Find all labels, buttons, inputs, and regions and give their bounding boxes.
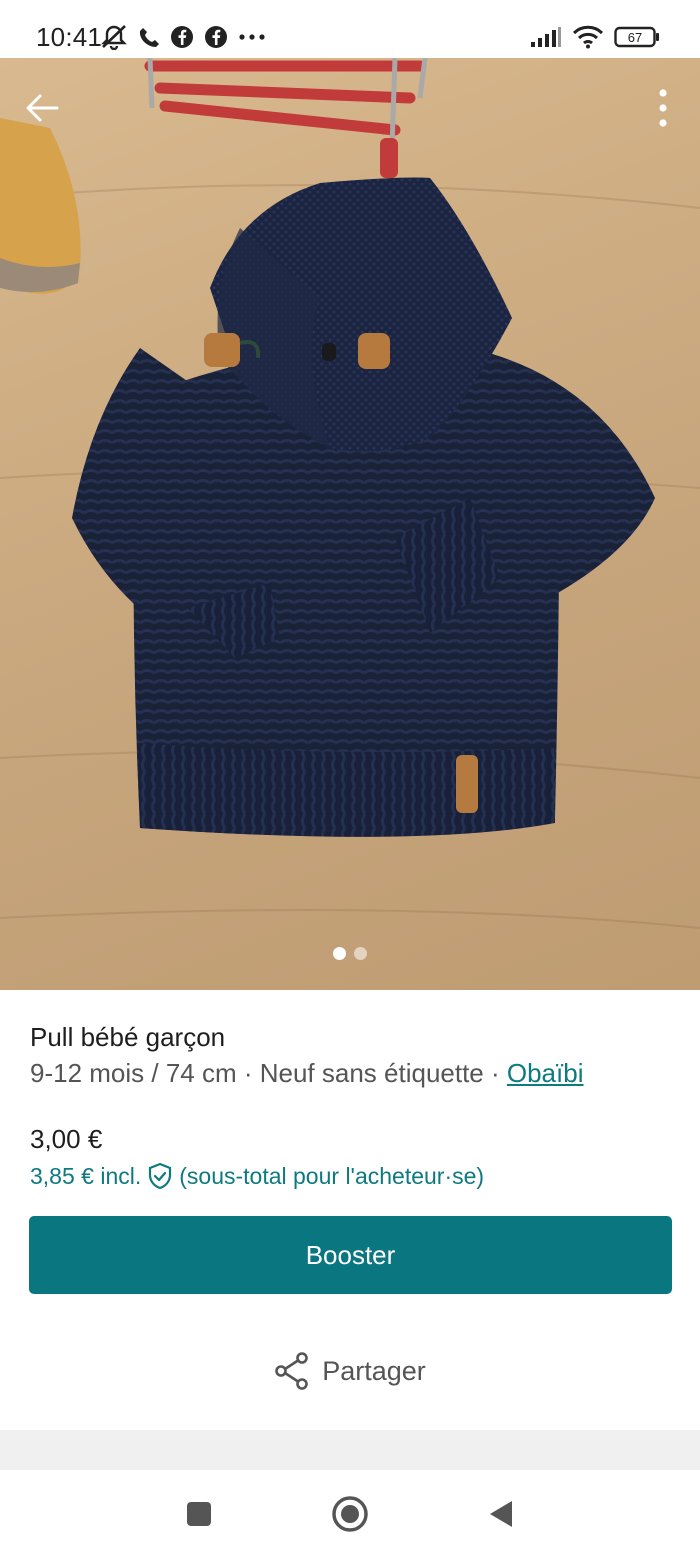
product-details: 9-12 mois / 74 cm · Neuf sans étiquette … [30,1058,583,1089]
share-icon [275,1352,309,1390]
gallery-page-indicator [0,947,700,960]
phone-call-icon [138,26,160,48]
facebook-icon [204,25,228,49]
share-label: Partager [322,1355,426,1386]
product-photo-gallery[interactable] [0,58,700,990]
system-nav-bar [0,1470,700,1556]
shield-check-icon [149,1162,172,1190]
product-title: Pull bébé garçon [30,1022,226,1052]
buyer-price-note: (sous-total pour l'acheteur·se) [179,1162,485,1189]
gallery-dot[interactable] [354,947,367,960]
triangle-back-icon [490,1501,512,1527]
product-info: Pull bébé garçon 9-12 mois / 74 cm · Neu… [0,990,700,1430]
home-circle-icon [332,1496,368,1532]
booster-button[interactable]: Booster [29,1216,672,1294]
status-icons-left [100,22,266,52]
back-button[interactable] [20,86,64,130]
home-button[interactable] [330,1494,370,1534]
status-time: 10:41 [36,22,103,52]
status-icons-right: 67 [530,22,660,52]
arrow-left-icon [26,94,59,122]
wifi-icon [572,25,604,49]
brand-link[interactable]: Obaïbi [507,1058,584,1088]
more-options-button[interactable] [648,84,678,132]
size-condition: 9-12 mois / 74 cm · Neuf sans étiquette … [30,1058,507,1088]
section-divider [0,1430,700,1470]
buyer-price-amount: 3,85 € incl. [30,1162,142,1189]
signal-icon [530,26,562,48]
more-dots-icon [238,32,266,42]
back-nav-button[interactable] [481,1494,521,1534]
square-icon [187,1502,211,1526]
share-button[interactable]: Partager [0,1352,700,1390]
product-price: 3,00 € [30,1124,103,1154]
battery-level: 67 [628,30,642,45]
gallery-dot-active[interactable] [333,947,346,960]
buyer-price[interactable]: 3,85 € incl. (sous-total pour l'acheteur… [30,1162,484,1190]
mute-icon [100,24,128,50]
battery-icon: 67 [614,26,660,48]
recents-button[interactable] [179,1494,219,1534]
status-bar: 10:41 67 [0,0,700,58]
facebook-icon [170,25,194,49]
more-vertical-icon [659,89,667,127]
product-photo [0,58,700,929]
